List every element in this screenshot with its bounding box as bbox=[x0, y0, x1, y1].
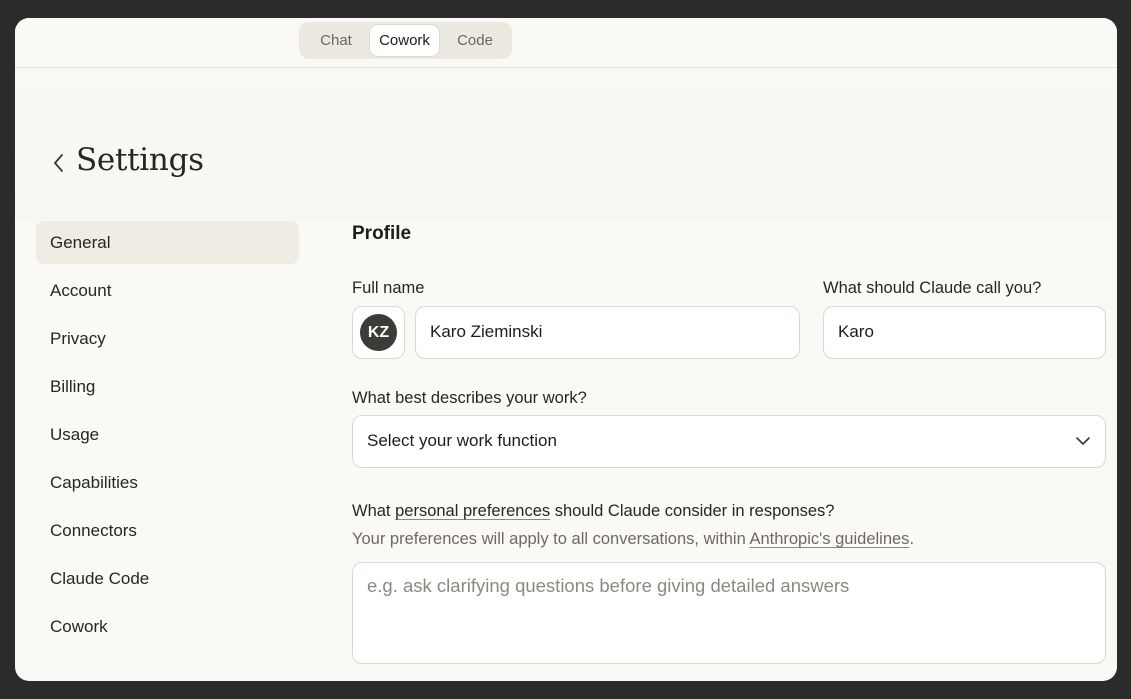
settings-window: Chat Cowork Code Settings General Accoun… bbox=[15, 18, 1117, 681]
page-title: Settings bbox=[76, 142, 204, 178]
sidebar-item-general[interactable]: General bbox=[36, 221, 299, 264]
avatar-button[interactable]: KZ bbox=[352, 306, 405, 359]
full-name-field[interactable]: Karo Zieminski bbox=[415, 306, 800, 359]
sidebar-item-account[interactable]: Account bbox=[36, 269, 299, 312]
tab-chat[interactable]: Chat bbox=[307, 25, 365, 56]
personal-preferences-link[interactable]: personal preferences bbox=[395, 502, 550, 520]
work-function-select[interactable]: Select your work function bbox=[352, 415, 1106, 468]
preferences-subtext-text: Your preferences will apply to all conve… bbox=[352, 530, 750, 548]
nickname-field[interactable]: Karo bbox=[823, 306, 1106, 359]
sidebar-item-capabilities[interactable]: Capabilities bbox=[36, 461, 299, 504]
preferences-label-text-end: should Claude consider in responses? bbox=[550, 502, 835, 520]
full-name-label: Full name bbox=[352, 279, 425, 297]
top-bar: Chat Cowork Code bbox=[15, 18, 1117, 68]
preferences-label-text: What bbox=[352, 502, 396, 520]
back-chevron-icon[interactable] bbox=[51, 152, 67, 174]
tab-cowork[interactable]: Cowork bbox=[370, 25, 439, 56]
tab-code[interactable]: Code bbox=[445, 25, 505, 56]
work-function-value: Select your work function bbox=[367, 431, 557, 450]
sidebar-item-billing[interactable]: Billing bbox=[36, 365, 299, 408]
profile-section-title: Profile bbox=[352, 223, 412, 244]
sidebar-item-cowork[interactable]: Cowork bbox=[36, 605, 299, 648]
preferences-subtext: Your preferences will apply to all conve… bbox=[352, 530, 914, 549]
anthropic-guidelines-link[interactable]: Anthropic's guidelines bbox=[749, 530, 909, 548]
mode-switch: Chat Cowork Code bbox=[299, 22, 512, 59]
avatar: KZ bbox=[360, 314, 397, 351]
preferences-label: What personal preferences should Claude … bbox=[352, 502, 834, 521]
sidebar-item-usage[interactable]: Usage bbox=[36, 413, 299, 456]
preferences-textarea[interactable] bbox=[352, 562, 1106, 664]
chevron-down-icon bbox=[1076, 437, 1090, 445]
sidebar-item-claude-code[interactable]: Claude Code bbox=[36, 557, 299, 600]
sidebar-item-connectors[interactable]: Connectors bbox=[36, 509, 299, 552]
work-function-label: What best describes your work? bbox=[352, 389, 587, 407]
nickname-label: What should Claude call you? bbox=[823, 279, 1042, 297]
sidebar-item-privacy[interactable]: Privacy bbox=[36, 317, 299, 360]
preferences-subtext-end: . bbox=[909, 530, 915, 548]
